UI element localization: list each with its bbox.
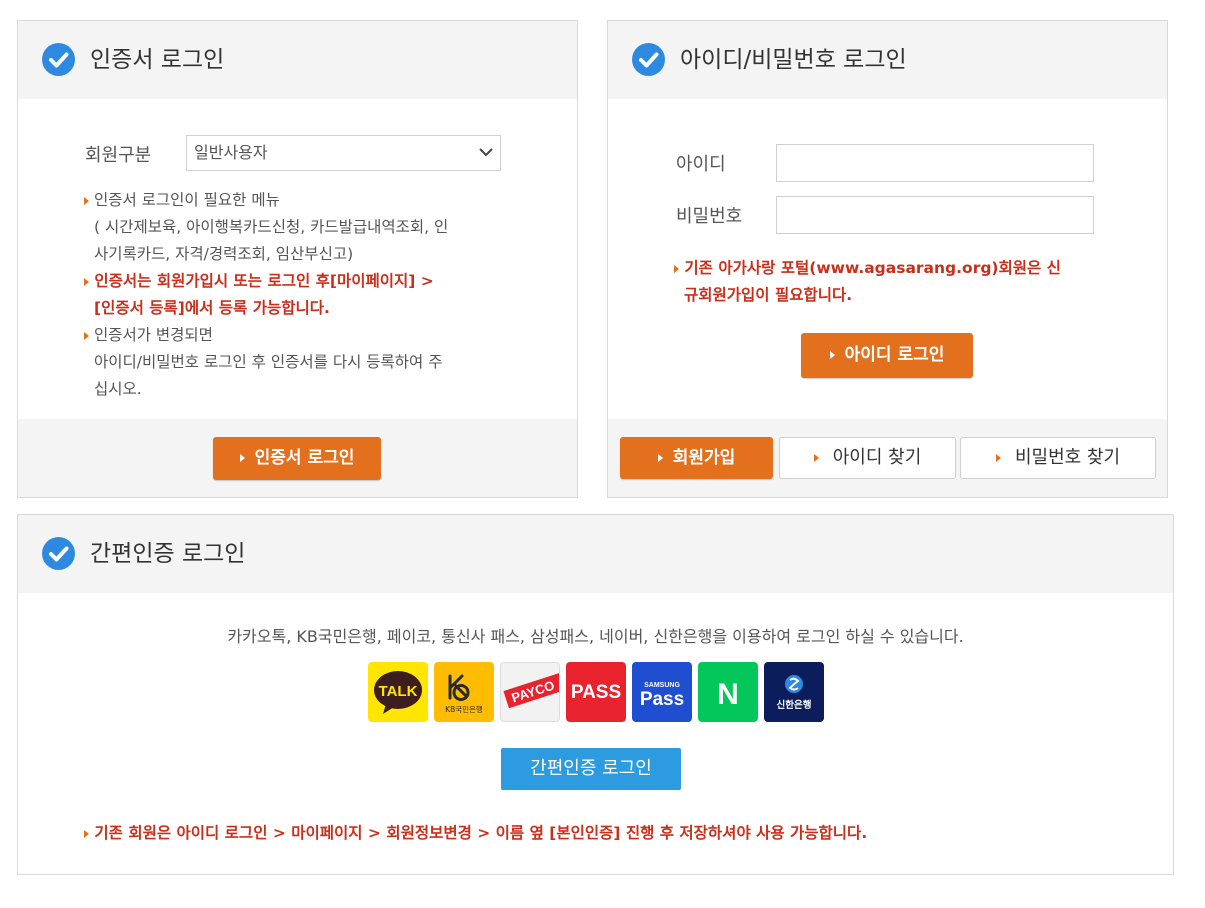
kb-label: KB국민은행 [445, 704, 483, 714]
cert-note-2-line2: [인증서 등록]에서 등록 가능합니다. [94, 299, 330, 317]
simple-auth-panel: 간편인증 로그인 카카오톡, KB국민은행, 페이코, 통신사 패스, 삼성패스… [17, 514, 1174, 875]
cert-login-button[interactable]: 인증서 로그인 [213, 437, 381, 480]
cert-note-2: 인증서는 회원가입시 또는 로그인 후[마이페이지] > [84, 268, 544, 295]
id-login-header: 아이디/비밀번호 로그인 [608, 21, 1167, 99]
payco-icon[interactable]: PAYCO [500, 662, 560, 722]
samsung-pass-label: Pass [640, 689, 684, 710]
naver-icon[interactable]: N [698, 662, 758, 722]
arrow-right-icon [84, 829, 89, 838]
check-circle-icon [632, 43, 665, 76]
id-label: 아이디 [676, 154, 726, 175]
arrow-right-icon [84, 331, 89, 340]
simple-auth-description: 카카오톡, KB국민은행, 페이코, 통신사 패스, 삼성패스, 네이버, 신한… [227, 627, 964, 646]
cert-login-panel: 인증서 로그인 회원구분 일반사용자 인증서 로그인이 필요한 메뉴 ( 시간제… [17, 20, 578, 498]
pass-icon[interactable]: PASS [566, 662, 626, 722]
arrow-right-icon [995, 454, 1001, 462]
id-login-title: 아이디/비밀번호 로그인 [680, 47, 907, 73]
find-password-button[interactable]: 비밀번호 찾기 [960, 437, 1156, 479]
signup-button[interactable]: 회원가입 [620, 437, 773, 479]
samsung-pass-icon[interactable]: SAMSUNG Pass [632, 662, 692, 722]
cert-note-1: 인증서 로그인이 필요한 메뉴 [84, 187, 544, 214]
find-id-button[interactable]: 아이디 찾기 [779, 437, 956, 479]
cert-note-3: 인증서가 변경되면 [84, 322, 544, 349]
cert-notes: 인증서 로그인이 필요한 메뉴 ( 시간제보육, 아이행복카드신청, 카드발급내… [84, 187, 544, 403]
simple-auth-title: 간편인증 로그인 [90, 541, 246, 567]
simple-auth-login-button[interactable]: 간편인증 로그인 [501, 748, 681, 790]
arrow-right-icon [84, 277, 89, 286]
cert-note-1-line1: ( 시간제보육, 아이행복카드신청, 카드발급내역조회, 인 [94, 218, 449, 236]
cert-note-1-line2: 사기록카드, 자격/경력조회, 임산부신고) [94, 245, 354, 263]
member-type-label: 회원구분 [85, 145, 152, 166]
cert-note-3-line2: 아이디/비밀번호 로그인 후 인증서를 다시 등록하여 주 [94, 353, 443, 371]
shinhan-label: 신한은행 [777, 699, 812, 711]
arrow-right-icon [674, 264, 679, 273]
cert-note-3-line3: 십시오. [94, 380, 142, 398]
simple-auth-header: 간편인증 로그인 [18, 515, 1173, 593]
id-login-notice: 기존 아가사랑 포털(www.agasarang.org)회원은 신 규회원가입… [674, 255, 1094, 309]
cert-login-footer: 인증서 로그인 [18, 419, 577, 497]
member-type-selected: 일반사용자 [194, 143, 268, 162]
kakaotalk-label: TALK [379, 683, 418, 700]
password-label: 비밀번호 [676, 206, 743, 227]
cert-login-header: 인증서 로그인 [18, 21, 577, 99]
arrow-right-icon [84, 196, 89, 205]
naver-label: N [717, 678, 739, 711]
samsung-label: SAMSUNG [644, 682, 680, 689]
pass-label: PASS [571, 682, 621, 703]
id-login-footer: 회원가입 아이디 찾기 비밀번호 찾기 [608, 419, 1167, 497]
simple-auth-notice: 기존 회원은 아이디 로그인 > 마이페이지 > 회원정보변경 > 이름 옆 [… [84, 821, 867, 843]
kakaotalk-icon[interactable]: TALK [368, 662, 428, 722]
chevron-down-icon [479, 148, 493, 157]
arrow-right-icon [813, 454, 819, 462]
check-circle-icon [42, 43, 75, 76]
cert-login-title: 인증서 로그인 [90, 47, 225, 73]
check-circle-icon [42, 537, 75, 570]
id-login-panel: 아이디/비밀번호 로그인 아이디 비밀번호 기존 아가사랑 포털(www.aga… [607, 20, 1168, 498]
password-input[interactable] [776, 196, 1094, 234]
id-login-notice-line2: 규회원가입이 필요합니다. [684, 286, 853, 304]
id-input[interactable] [776, 144, 1094, 182]
id-login-button[interactable]: 아이디 로그인 [801, 333, 973, 378]
arrow-right-icon [829, 351, 835, 359]
arrow-right-icon [239, 454, 245, 462]
shinhan-bank-icon[interactable]: 신한은행 [764, 662, 824, 722]
member-type-select[interactable]: 일반사용자 [186, 135, 501, 171]
arrow-right-icon [657, 454, 663, 462]
kb-bank-icon[interactable]: KB국민은행 [434, 662, 494, 722]
